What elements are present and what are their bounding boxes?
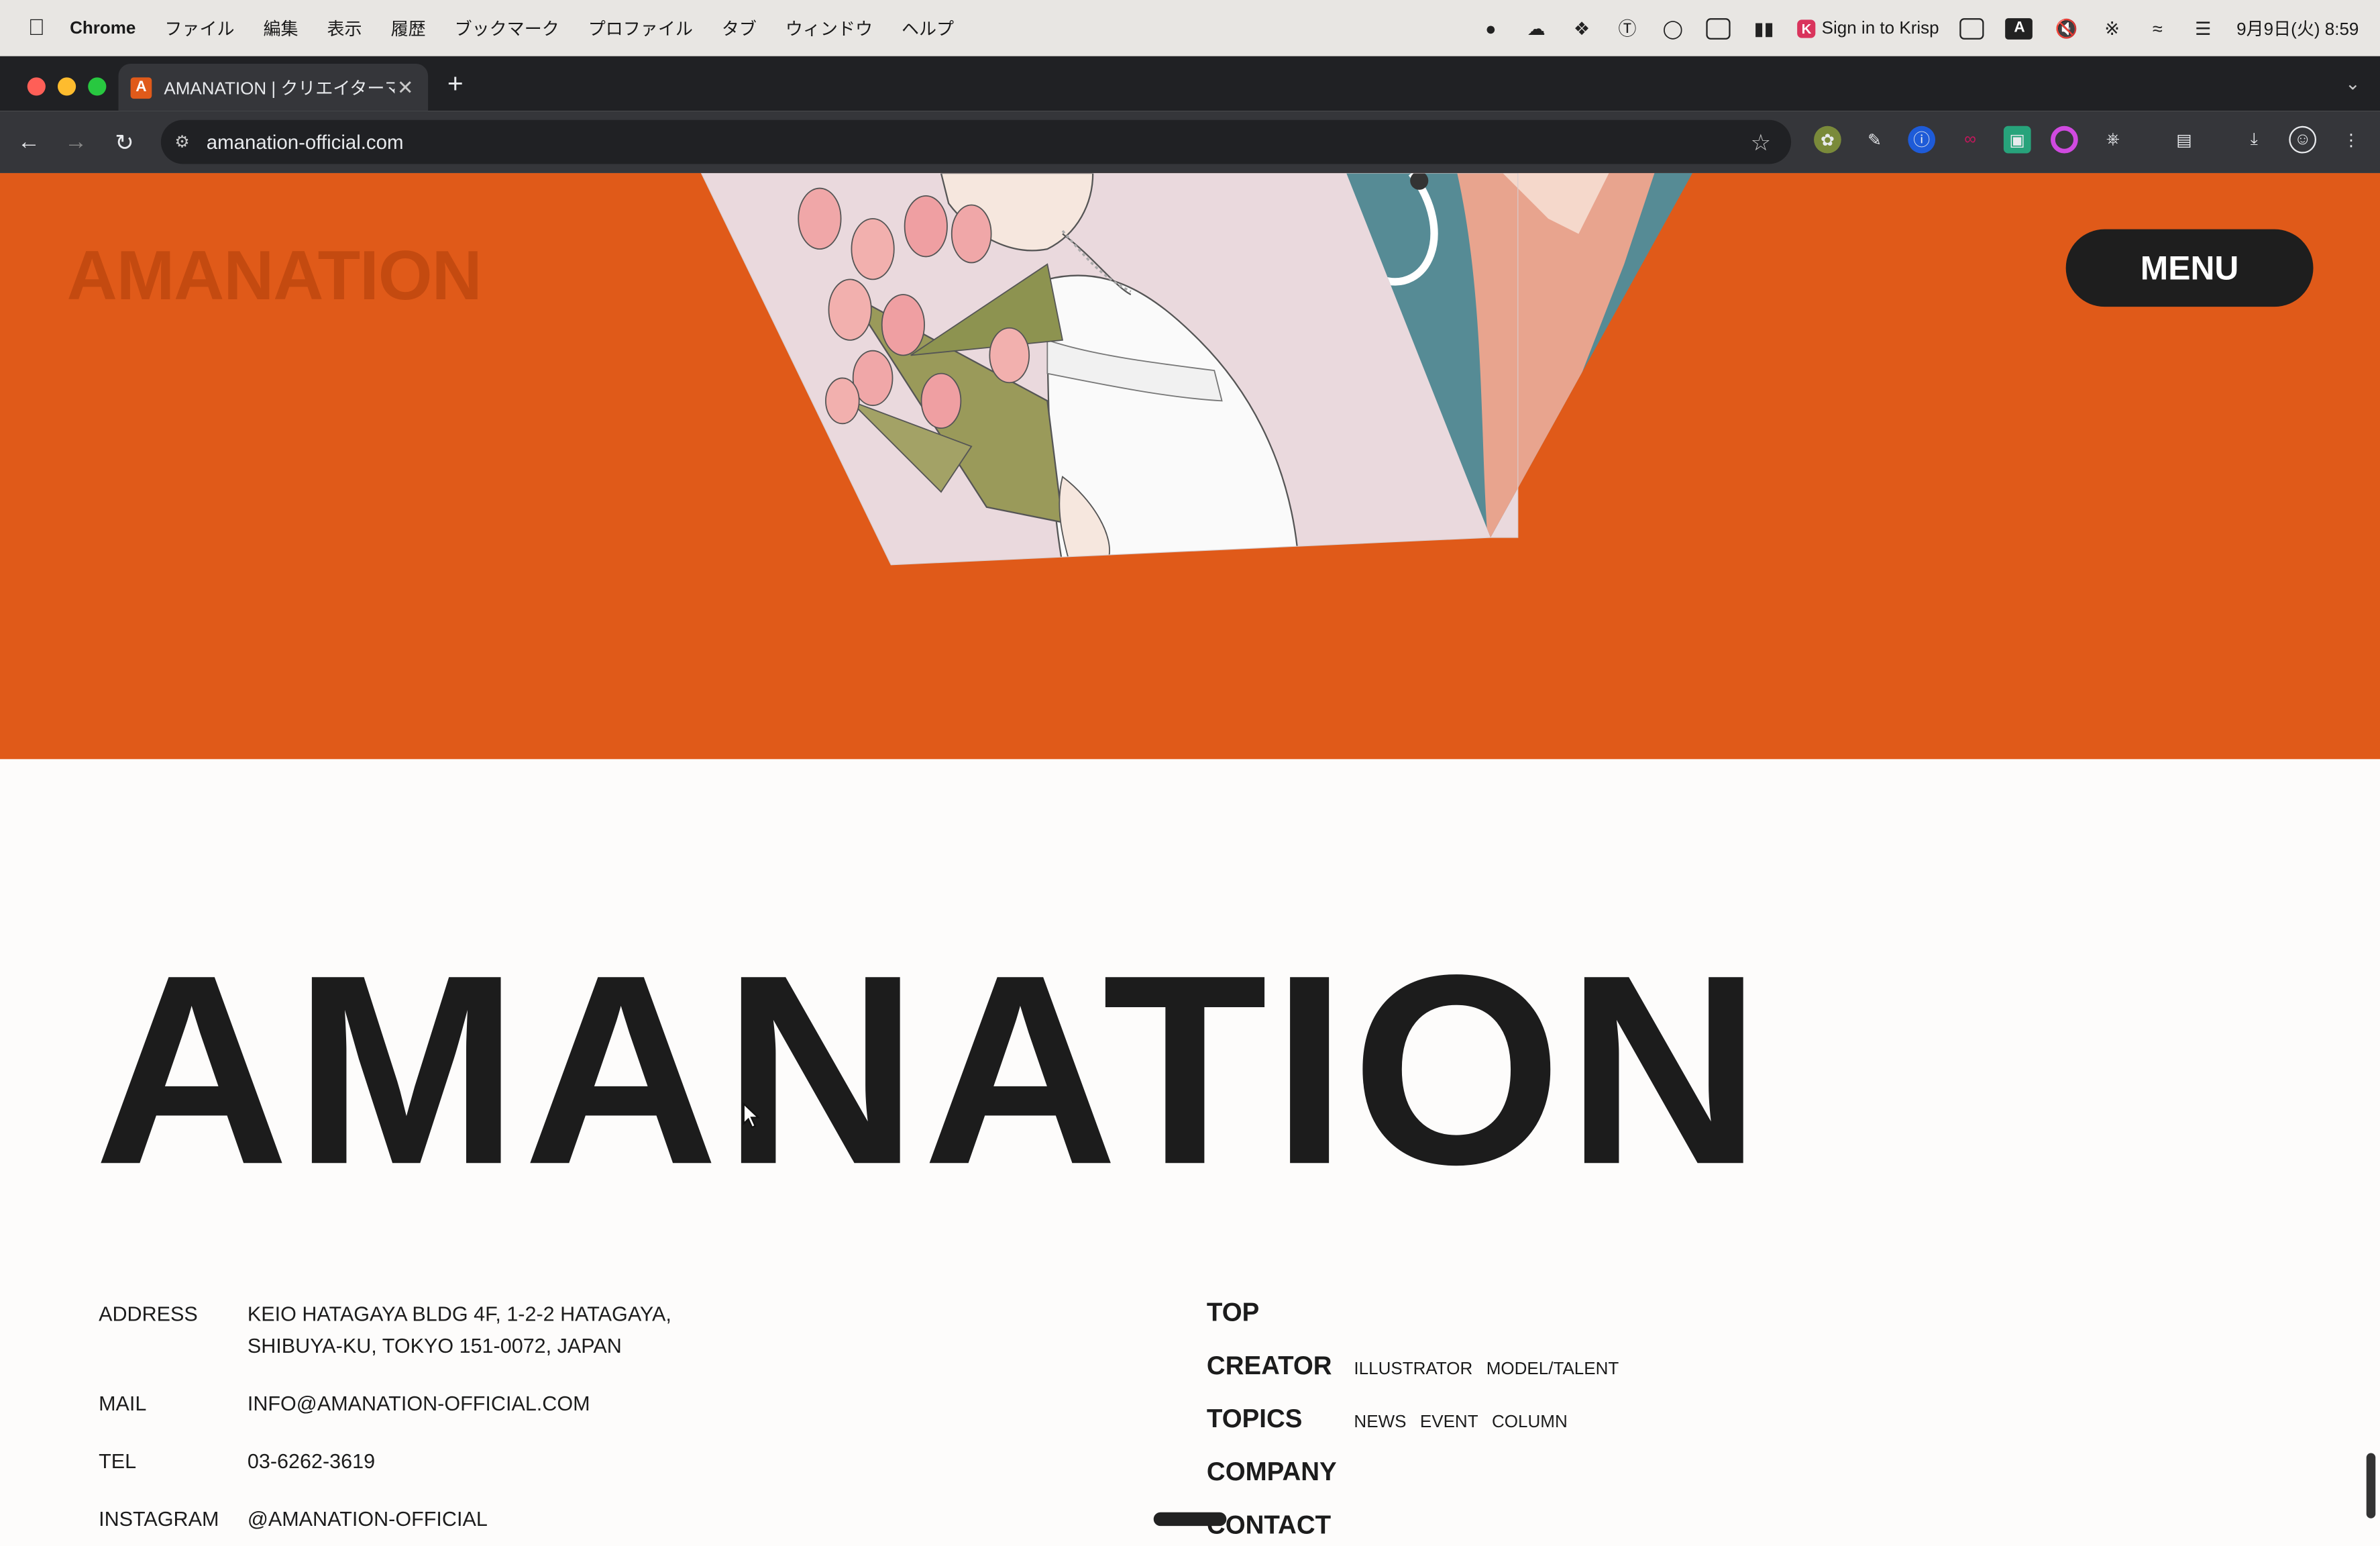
reload-icon[interactable]: ↻	[108, 125, 142, 159]
menu-edit[interactable]: 編集	[263, 16, 298, 40]
forward-arrow-icon[interactable]: →	[59, 125, 93, 159]
mail-label: MAIL	[99, 1392, 147, 1415]
footer-nav: TOP CREATOR ILLUSTRATOR MODEL/TALENT TOP…	[1207, 1298, 1633, 1546]
new-tab-button[interactable]: +	[440, 68, 470, 99]
bluetooth-icon[interactable]: ※	[2100, 17, 2124, 39]
menu-button[interactable]: MENU	[2065, 229, 2314, 307]
focus-icon[interactable]: ◯	[1661, 17, 1685, 39]
menu-help[interactable]: ヘルプ	[902, 16, 954, 40]
krisp-icon: K	[1797, 19, 1816, 38]
input-source-icon[interactable]: A	[2006, 17, 2033, 39]
nav-contact-link[interactable]: CONTACT	[1207, 1510, 1354, 1541]
tab-title: AMANATION | クリエイターマ	[164, 79, 395, 98]
wifi-icon[interactable]: ≈	[2145, 17, 2169, 39]
company-info: ADDRESS KEIO HATAGAYA BLDG 4F, 1-2-2 HAT…	[99, 1298, 671, 1546]
status-area: ● ☁ ❖ Ⓣ ◯ ▮▮ K Sign in to Krisp A 🔇 ※ ≈ …	[1478, 0, 2359, 56]
link-extension-icon[interactable]: ∞	[1957, 126, 1984, 154]
chrome-toolbar: ← → ↻ ⚙ amanation-official.com ☆ ✿ ✎ ⓘ ∞…	[0, 111, 2380, 173]
color-extension-icon[interactable]	[2051, 125, 2078, 154]
menu-tab[interactable]: タブ	[722, 16, 757, 40]
nav-news-link[interactable]: NEWS	[1354, 1414, 1406, 1432]
menu-app-chrome[interactable]: Chrome	[70, 19, 136, 37]
cloud-sync-icon[interactable]: ☁	[1524, 17, 1548, 39]
address-label: ADDRESS	[99, 1302, 198, 1326]
nav-creator-link[interactable]: CREATOR	[1207, 1351, 1354, 1382]
password-manager-icon[interactable]: Ⓣ	[1615, 17, 1639, 40]
download-icon[interactable]: ⤓	[2240, 126, 2268, 154]
menu-window[interactable]: ウィンドウ	[786, 16, 873, 40]
menu-view[interactable]: 表示	[327, 16, 362, 40]
krisp-status[interactable]: K Sign in to Krisp	[1797, 19, 1939, 38]
mouse-cursor-icon	[743, 1102, 761, 1129]
url-text[interactable]: amanation-official.com	[207, 131, 1745, 154]
menu-file[interactable]: ファイル	[164, 16, 234, 40]
scroll-indicator-pill	[1153, 1512, 1227, 1527]
reading-list-icon[interactable]: ▤	[2171, 126, 2198, 154]
dropbox-icon[interactable]: ❖	[1570, 17, 1594, 39]
krisp-label: Sign in to Krisp	[1821, 19, 1939, 38]
favicon-icon: A	[130, 76, 152, 98]
nav-company-link[interactable]: COMPANY	[1207, 1457, 1354, 1488]
info-row-address: ADDRESS KEIO HATAGAYA BLDG 4F, 1-2-2 HAT…	[99, 1298, 671, 1362]
keyboard-meter-icon[interactable]	[1960, 17, 1985, 39]
page-scrollbar[interactable]	[2366, 1453, 2376, 1518]
nav-row-company: COMPANY	[1207, 1457, 1633, 1510]
eyedropper-icon[interactable]: ✎	[1861, 126, 1888, 154]
control-center-icon[interactable]: ☰	[2191, 17, 2215, 39]
close-window-button[interactable]	[27, 77, 46, 96]
nav-row-top: TOP	[1207, 1298, 1633, 1351]
profile-icon[interactable]: ☺	[2289, 125, 2317, 154]
site-info-icon[interactable]: ⚙	[172, 132, 193, 153]
bookmark-star-icon[interactable]: ☆	[1745, 128, 1776, 155]
nav-row-creator: CREATOR ILLUSTRATOR MODEL/TALENT	[1207, 1351, 1633, 1404]
chrome-menu-icon[interactable]: ⋮	[2338, 126, 2365, 154]
footer-big-logo: AMANATION	[94, 918, 1766, 1221]
minimize-window-button[interactable]	[57, 77, 76, 96]
close-tab-icon[interactable]: ✕	[394, 75, 416, 99]
extension-green-icon[interactable]: ▣	[2003, 125, 2031, 154]
menu-bookmarks[interactable]: ブックマーク	[455, 16, 559, 40]
site-logo[interactable]: AMANATION	[67, 234, 482, 315]
battery-icon[interactable]: ▮▮	[1752, 17, 1776, 39]
nav-row-topics: TOPICS NEWS EVENT COLUMN	[1207, 1404, 1633, 1457]
menubar-clock[interactable]: 9月9日(火) 8:59	[2236, 16, 2359, 40]
display-icon[interactable]	[1706, 17, 1731, 39]
menu-history[interactable]: 履歴	[391, 16, 426, 40]
tel-label: TEL	[99, 1449, 137, 1473]
active-tab[interactable]: A AMANATION | クリエイターマ ✕	[118, 64, 429, 111]
address-value: KEIO HATAGAYA BLDG 4F, 1-2-2 HATAGAYA, S…	[247, 1302, 671, 1357]
nav-topics-link[interactable]: TOPICS	[1207, 1404, 1354, 1435]
tab-search-icon[interactable]: ⌄	[2338, 68, 2368, 99]
back-arrow-icon[interactable]: ←	[12, 125, 46, 159]
nav-column-link[interactable]: COLUMN	[1492, 1414, 1568, 1432]
zoom-window-button[interactable]	[88, 77, 107, 96]
info-row-tel: TEL 03-6262-3619	[99, 1445, 671, 1478]
password-extension-icon[interactable]: ⓘ	[1908, 125, 1936, 154]
chrome-tab-strip: A AMANATION | クリエイターマ ✕ + ⌄	[0, 56, 2380, 111]
apple-icon[interactable]: 	[24, 15, 48, 41]
mail-link[interactable]: INFO@AMANATION-OFFICIAL.COM	[248, 1388, 590, 1420]
info-row-mail: MAIL INFO@AMANATION-OFFICIAL.COM	[99, 1388, 671, 1420]
nav-top-link[interactable]: TOP	[1207, 1298, 1354, 1329]
instagram-label: INSTAGRAM	[99, 1507, 219, 1531]
record-icon[interactable]: ●	[1478, 17, 1503, 39]
macos-menu-bar:  Chrome ファイル 編集 表示 履歴 ブックマーク プロファイル タブ …	[0, 0, 2380, 56]
extension-1-icon[interactable]: ✿	[1814, 125, 1841, 154]
hero-section: AMANATION MENU	[0, 172, 2380, 760]
address-bar[interactable]: ⚙ amanation-official.com ☆	[160, 119, 1792, 164]
extensions-puzzle-icon[interactable]: ⎈	[2099, 126, 2126, 154]
mute-icon[interactable]: 🔇	[2055, 17, 2079, 39]
info-row-instagram: INSTAGRAM @AMANATION-OFFICIAL	[99, 1503, 671, 1535]
footer-section: AMANATION ADDRESS KEIO HATAGAYA BLDG 4F,…	[0, 759, 2380, 1546]
nav-illustrator-link[interactable]: ILLUSTRATOR	[1354, 1360, 1472, 1378]
nav-row-contact: CONTACT	[1207, 1510, 1633, 1545]
tel-link[interactable]: 03-6262-3619	[248, 1445, 375, 1478]
nav-event-link[interactable]: EVENT	[1420, 1414, 1478, 1432]
nav-model-talent-link[interactable]: MODEL/TALENT	[1486, 1360, 1619, 1378]
window-controls	[27, 77, 107, 96]
instagram-link[interactable]: @AMANATION-OFFICIAL	[248, 1503, 488, 1535]
menu-profiles[interactable]: プロファイル	[588, 16, 693, 40]
